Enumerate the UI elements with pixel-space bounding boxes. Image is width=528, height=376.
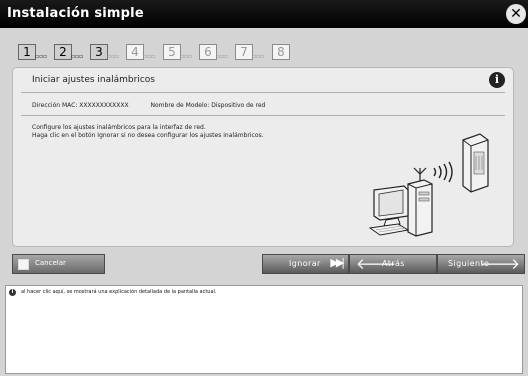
- panel-heading: Iniciar ajustes inalámbricos: [32, 75, 155, 85]
- back-button-label: Atrás: [382, 259, 405, 268]
- step-separator: ▫▫▫: [35, 53, 48, 60]
- step-5: 5: [163, 44, 181, 60]
- device-info: Dirección MAC: XXXXXXXXXXXX Nombre de Mo…: [32, 102, 285, 109]
- content-panel: Iniciar ajustes inalámbricos i Dirección…: [12, 67, 514, 247]
- step-separator: ▫▫▫: [252, 53, 265, 60]
- step-separator: ▫▫▫: [216, 53, 229, 60]
- step-2: 2: [54, 44, 72, 60]
- window-title: Instalación simple: [7, 6, 144, 21]
- wireless-waves-icon: [433, 161, 453, 183]
- skip-forward-icon: ▶▶|: [330, 256, 345, 269]
- divider: [21, 92, 505, 93]
- info-icon[interactable]: i: [489, 72, 505, 88]
- button-bar: Cancelar Ignorar ▶▶| 🡐 Atrás Siguiente 🡒: [12, 254, 525, 274]
- step-7: 7: [235, 44, 253, 60]
- divider: [21, 115, 505, 116]
- step-separator: ▫▫▫: [143, 53, 156, 60]
- step-separator: ▫▫▫: [180, 53, 193, 60]
- cancel-button-label: Cancelar: [35, 259, 66, 267]
- step-8: 8: [272, 44, 290, 60]
- skip-button[interactable]: Ignorar ▶▶|: [262, 254, 349, 274]
- step-3: 3: [90, 44, 108, 60]
- description-line: Configure los ajustes inalámbricos para …: [32, 124, 206, 131]
- model-name: Nombre de Modelo: Dispositivo de red: [150, 102, 266, 109]
- help-text: al hacer clic aquí, se mostrará una expl…: [21, 289, 217, 295]
- mac-address: Dirección MAC: XXXXXXXXXXXX: [32, 102, 129, 109]
- step-separator: ▫▫▫: [71, 53, 84, 60]
- step-1: 1: [18, 44, 36, 60]
- computer-icon: [368, 179, 433, 237]
- step-6: 6: [199, 44, 217, 60]
- title-bar: Instalación simple ✕: [0, 0, 528, 28]
- cancel-square-icon: [18, 259, 29, 270]
- step-4: 4: [126, 44, 144, 60]
- skip-button-label: Ignorar: [289, 259, 321, 268]
- description: Configure los ajustes inalámbricos para …: [32, 124, 264, 140]
- help-box[interactable]: i al hacer clic aquí, se mostrará una ex…: [5, 285, 523, 374]
- cancel-button[interactable]: Cancelar: [12, 254, 105, 274]
- wireless-setup-illustration: [368, 133, 489, 237]
- step-separator: ▫▫▫: [107, 53, 120, 60]
- back-button[interactable]: 🡐 Atrás: [349, 254, 437, 274]
- next-button[interactable]: Siguiente 🡒: [437, 254, 525, 274]
- help-info-icon: i: [9, 289, 16, 296]
- close-icon[interactable]: ✕: [506, 4, 526, 24]
- description-line: Haga clic en el botón Ignorar si no dese…: [32, 132, 264, 139]
- arrow-right-icon: 🡒: [479, 255, 520, 273]
- router-icon: [462, 133, 489, 193]
